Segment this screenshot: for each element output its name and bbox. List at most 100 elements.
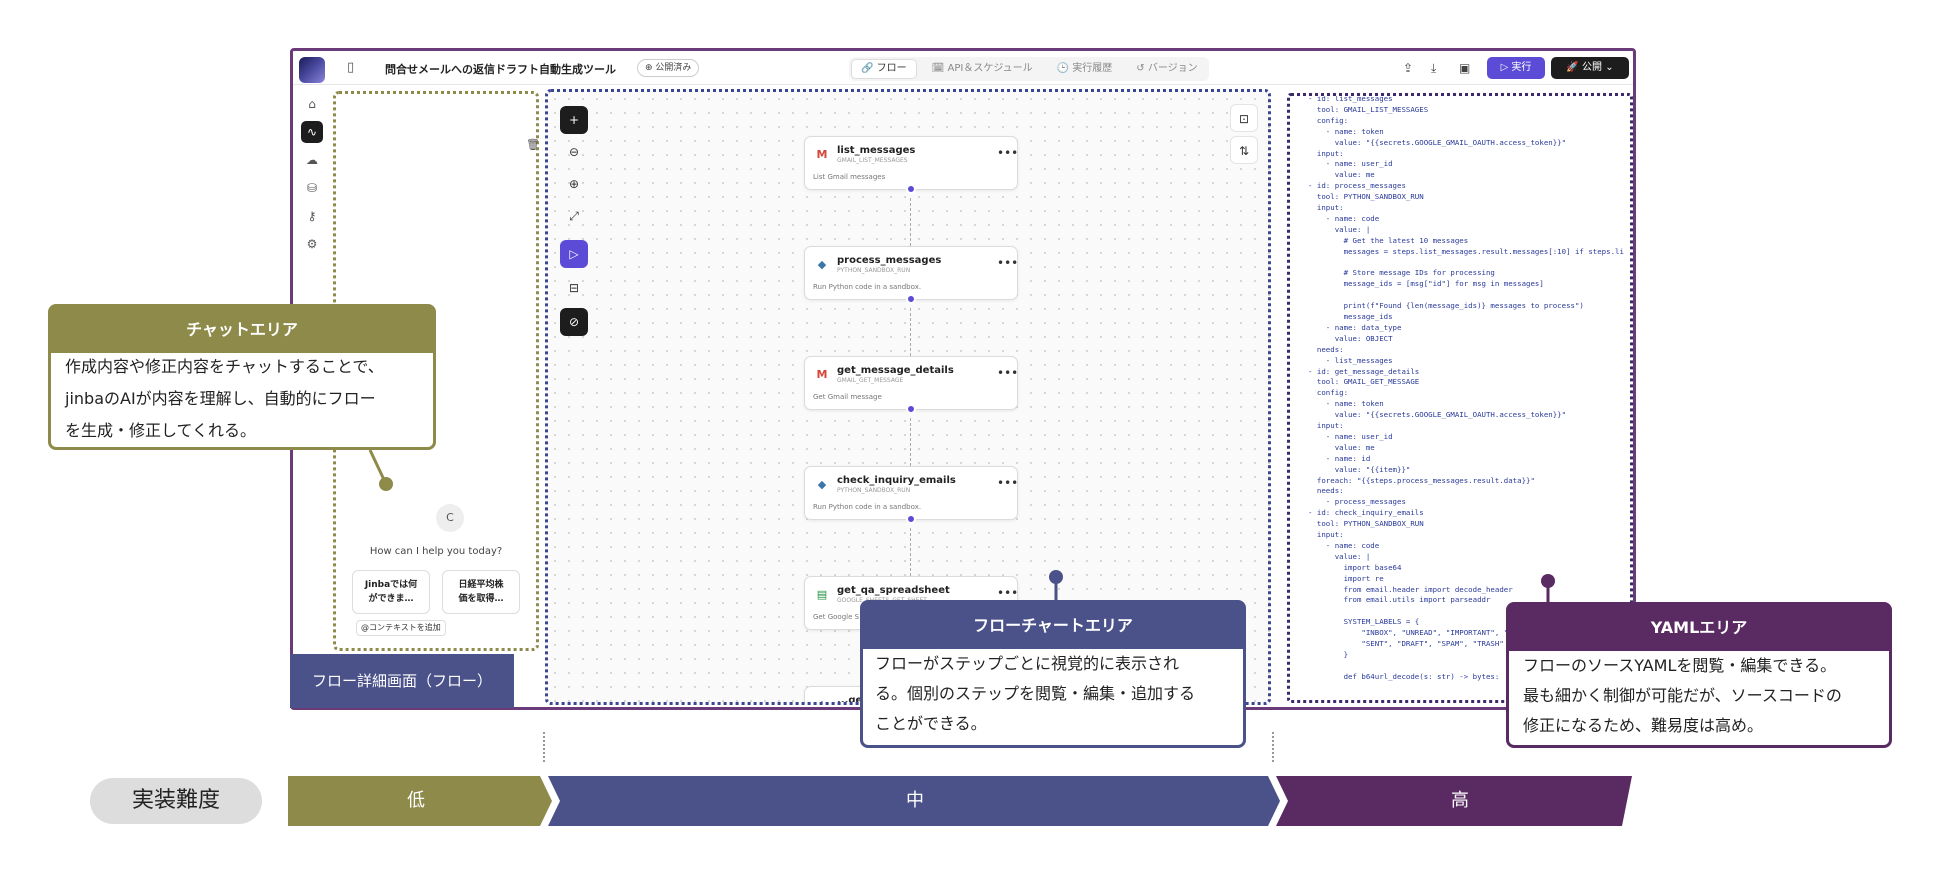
publish-button[interactable]: 🚀 公開 ⌄: [1551, 57, 1629, 79]
yaml-line: # Store message IDs for processing: [1308, 268, 1495, 278]
fit-view-icon[interactable]: ⤢: [560, 202, 588, 230]
yaml-line: message_ids = [msg["id"] for msg in mess…: [1308, 279, 1544, 289]
node-connector: [910, 308, 912, 356]
yaml-line: tool: GMAIL_LIST_MESSAGES: [1308, 104, 1429, 114]
yaml-line: - name: token: [1308, 399, 1384, 409]
difficulty-mid-label: 中: [906, 790, 924, 811]
node-name: check_inquiry_emails: [837, 475, 956, 486]
more-icon[interactable]: •••: [997, 477, 1018, 489]
cloud-icon[interactable]: ☁: [301, 149, 323, 171]
yaml-line: value: me: [1308, 170, 1375, 180]
node-port[interactable]: [906, 514, 916, 524]
yaml-line: value: |: [1308, 224, 1371, 234]
more-icon[interactable]: •••: [997, 257, 1018, 269]
flowchart-callout: フローチャートエリア フローがステップごとに視覚的に表示され る。個別のステップ…: [860, 600, 1246, 748]
yaml-line: }: [1308, 649, 1349, 659]
hide-icon[interactable]: ⊘: [560, 308, 588, 336]
top-bar: ▯ 問合せメールへの返信ドラフト自動生成ツール ⊕ 公開済み 🔗 フロー 🗓 A…: [293, 51, 1633, 85]
node-port[interactable]: [906, 404, 916, 414]
node-description: Run Python code in a sandbox.: [813, 503, 922, 511]
node-name: process_messages: [837, 255, 942, 266]
chat-callout-pointer: [368, 449, 393, 491]
flow-step-node[interactable]: Mget_message_details GMAIL_GET_MESSAGE Get…: [804, 356, 1018, 410]
yaml-line: value: OBJECT: [1308, 333, 1393, 343]
flowchart-callout-title: フローチャートエリア: [863, 603, 1243, 649]
difficulty-low-label: 低: [407, 790, 425, 811]
zoom-in-icon[interactable]: ⊕: [560, 170, 588, 198]
node-description: List Gmail messages: [813, 173, 886, 181]
python-icon: ◆: [817, 258, 827, 271]
run-flow-icon[interactable]: ▷: [560, 240, 588, 268]
suggestion-chip[interactable]: Jinbaでは何 ができま…: [352, 570, 430, 614]
node-description: Get Google S: [813, 613, 860, 621]
suggestion-chip[interactable]: 日経平均株 価を取得…: [442, 570, 520, 614]
yaml-line: value: "{{item}}": [1308, 464, 1411, 474]
run-button[interactable]: ▷ 実行: [1487, 57, 1545, 79]
yaml-callout: YAMLエリア フローのソースYAMLを閲覧・編集できる。 最も細かく制御が可能…: [1506, 602, 1892, 748]
yaml-line: - name: id: [1308, 453, 1371, 463]
status-badge: ⊕ 公開済み: [637, 59, 700, 77]
key-icon[interactable]: ⚷: [301, 205, 323, 227]
node-connector: [910, 528, 912, 576]
chat-callout-body: 作成内容や修正内容をチャットすることで、 jinbaのAIが内容を理解し、自動的…: [65, 357, 384, 440]
activity-icon[interactable]: ∿: [301, 121, 323, 143]
yaml-line: tool: PYTHON_SANDBOX_RUN: [1308, 519, 1424, 529]
tab-api-schedule[interactable]: 🗓 API＆スケジュール: [923, 59, 1042, 79]
database-icon[interactable]: ⛁: [301, 177, 323, 199]
flow-step-node[interactable]: ◆ process_messages PYTHON_SANDBOX_RUN Run P…: [804, 246, 1018, 300]
layout-icon[interactable]: ⊟: [560, 274, 588, 302]
difficulty-high-label: 高: [1451, 790, 1469, 811]
flow-title: 問合せメールへの返信ドラフト自動生成ツール: [385, 63, 616, 76]
yaml-line: import base64: [1308, 562, 1402, 572]
yaml-line: messages = steps.list_messages.result.me…: [1308, 246, 1624, 256]
yaml-line: config:: [1308, 388, 1349, 398]
yaml-line: message_ids: [1308, 312, 1393, 321]
yaml-callout-pointer: [1541, 574, 1555, 606]
flow-detail-tag: フロー詳細画面（フロー）: [290, 654, 514, 708]
divider: [1272, 732, 1274, 762]
divider: [543, 732, 545, 762]
flow-step-node[interactable]: ◆ check_inquiry_emails PYTHON_SANDBOX_RUN R…: [804, 466, 1018, 520]
node-tool: GMAIL_GET_MESSAGE: [837, 377, 904, 384]
more-icon[interactable]: •••: [997, 367, 1018, 379]
yaml-line: - id: get_message_details: [1308, 366, 1420, 376]
jinba-logo[interactable]: [299, 57, 325, 83]
add-step-icon[interactable]: +: [560, 106, 588, 134]
share-icon[interactable]: ⇪: [1403, 61, 1413, 75]
yaml-line: - name: token: [1308, 126, 1384, 136]
settings-icon[interactable]: ⚙: [301, 233, 323, 255]
yaml-line: value: "{{secrets.GOOGLE_GMAIL_OAUTH.acc…: [1308, 137, 1567, 147]
node-port[interactable]: [906, 294, 916, 304]
sort-icon[interactable]: ⇅: [1230, 136, 1258, 164]
zoom-out-icon[interactable]: ⊖: [560, 138, 588, 166]
view-tabs: 🔗 フロー 🗓 API＆スケジュール 🕒 実行履歴 ↺ バージョン: [849, 57, 1209, 81]
yaml-line: SYSTEM_LABELS = {: [1308, 617, 1420, 627]
yaml-line: input:: [1308, 530, 1344, 539]
flow-step-node[interactable]: Mlist_messages GMAIL_LIST_MESSAGES List Gm…: [804, 136, 1018, 190]
yaml-callout-title: YAMLエリア: [1509, 605, 1889, 651]
node-tool: PYTHON_SANDBOX_RUN: [837, 267, 911, 274]
node-connector: [910, 418, 912, 466]
home-icon[interactable]: ⌂: [301, 93, 323, 115]
panel-toggle-icon[interactable]: ⊡: [1230, 104, 1258, 132]
node-port[interactable]: [906, 184, 916, 194]
more-icon[interactable]: •••: [997, 147, 1018, 159]
trash-icon[interactable]: 🗑: [526, 138, 540, 151]
tab-version[interactable]: ↺ バージョン: [1127, 59, 1206, 79]
tab-flow[interactable]: 🔗 フロー: [851, 59, 917, 79]
sidebar-toggle-icon[interactable]: ▯: [347, 61, 354, 75]
more-icon[interactable]: •••: [997, 587, 1018, 599]
yaml-line: value: "{{secrets.GOOGLE_GMAIL_OAUTH.acc…: [1308, 410, 1567, 420]
yaml-line: - id: process_messages: [1308, 181, 1406, 191]
yaml-line: - name: user_id: [1308, 431, 1393, 441]
add-context-chip[interactable]: @コンテキストを追加: [356, 620, 446, 636]
tab-history[interactable]: 🕒 実行履歴: [1048, 59, 1122, 79]
node-name: list_messages: [837, 145, 916, 156]
yaml-line: - name: code: [1308, 540, 1380, 550]
yaml-line: - id: check_inquiry_emails: [1308, 508, 1424, 518]
node-tool: GMAIL_LIST_MESSAGES: [837, 157, 908, 164]
yaml-line: needs:: [1308, 486, 1344, 496]
download-icon[interactable]: ⤓: [1431, 61, 1436, 76]
save-icon[interactable]: ▣: [1459, 61, 1470, 75]
yaml-line: "INBOX", "UNREAD", "IMPORTANT", ": [1308, 628, 1509, 638]
